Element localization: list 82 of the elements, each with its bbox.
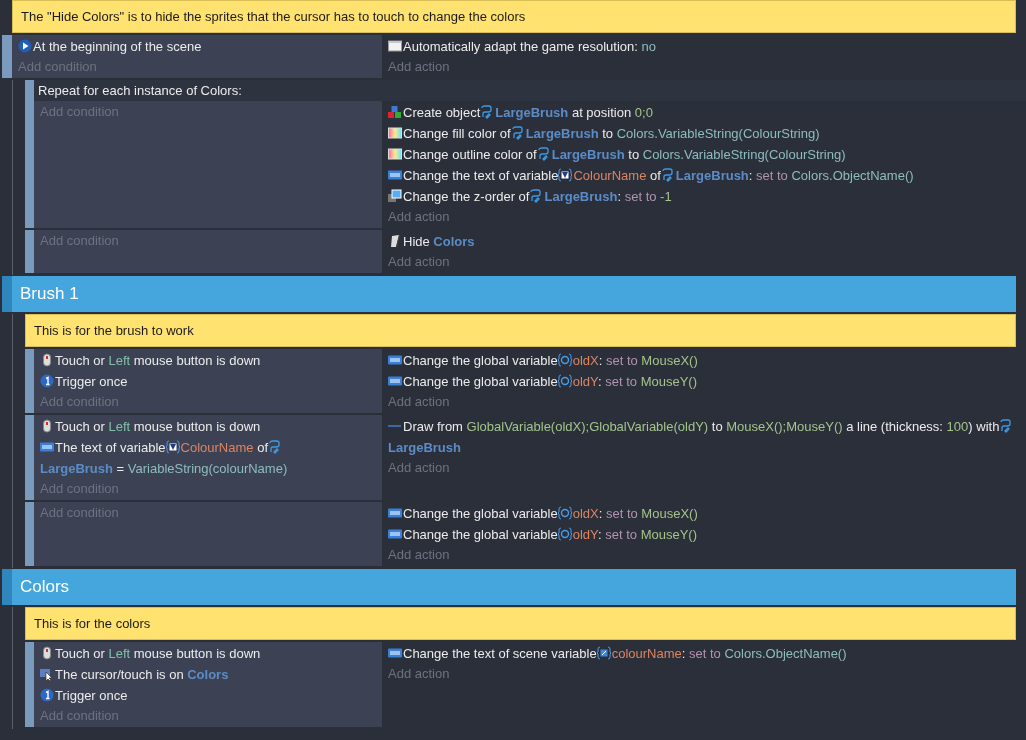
action-text[interactable]: Change the z-order of [403,186,530,207]
variable-icon [388,168,402,182]
action-text[interactable]: Change the text of variable [403,165,559,186]
action-text[interactable]: Draw from GlobalVariable(oldX);GlobalVariable(oldY) to MouseX();MouseY() a line (thickness: 100) with [403,416,1000,437]
action-text[interactable]: LargeBrush to Colors.VariableString(ColourString) [551,144,846,165]
layers-icon [388,189,402,203]
number-one-icon [40,374,54,388]
mouse-icon [40,419,54,433]
action-text[interactable]: oldX: set to MouseX() [572,350,698,371]
event-bar[interactable] [25,80,34,228]
condition-text[interactable]: LargeBrush = VariableString(colourName) [40,458,288,479]
object-icon [268,440,282,454]
action-text[interactable]: Change the global variable [403,371,558,392]
action-text[interactable]: Change the global variable [403,524,558,545]
action-text[interactable]: Change the global variable [403,503,558,524]
variable-braces-icon [557,374,572,388]
cursor-icon [40,667,54,681]
action-text[interactable]: ColourName of [573,165,661,186]
action-text[interactable]: Change outline color of [403,144,537,165]
slanted-bar-icon [388,234,402,248]
mouse-icon [40,646,54,660]
condition-text[interactable]: Touch or Left mouse button is down [55,416,261,437]
comment-text: This is for the brush to work [25,314,1016,347]
condition-text[interactable]: ColourName of [180,437,268,458]
comment-text: The "Hide Colors" is to hide the sprites that the cursor has to touch to change the colors [12,0,1016,33]
gradient-icon [388,147,402,161]
event-bar[interactable] [25,230,34,273]
event-bar[interactable] [25,502,34,566]
action-text[interactable]: LargeBrush: set to Colors.ObjectName() [675,165,914,186]
condition-text[interactable]: At the beginning of the scene [33,36,202,57]
object-icon [510,126,525,140]
object-icon [999,419,1014,433]
variable-icon [388,374,402,388]
variable-braces-icon [557,506,572,520]
number-one-icon [40,688,54,702]
variable-braces-icon [558,168,573,182]
variable-icon [40,440,54,454]
mouse-icon [40,353,54,367]
action-text[interactable]: Create object [403,102,481,123]
action-text[interactable]: Change the global variable [403,350,558,371]
variable-icon [388,353,402,367]
action-text[interactable]: LargeBrush at position 0;0 [495,102,653,123]
condition-text[interactable]: Trigger once [55,685,128,706]
object-icon [660,168,675,182]
variable-braces-icon [557,527,572,541]
variable-icon [388,527,402,541]
play-icon [18,39,32,53]
action-text[interactable]: Change the text of scene variable [403,643,597,664]
action-text[interactable]: Change fill color of [403,123,511,144]
event-bar[interactable] [25,349,34,413]
action-text[interactable]: Automatically adapt the game resolution: no [403,36,656,57]
event-bar[interactable] [25,415,34,500]
action-text[interactable]: Hide Colors [403,231,475,252]
condition-text[interactable]: Touch or Left mouse button is down [55,350,261,371]
repeat-header[interactable]: Repeat for each instance of Colors: [34,80,1026,101]
action-text[interactable]: colourName: set to Colors.ObjectName() [611,643,847,664]
variable-braces-icon [165,440,180,454]
condition-text[interactable]: Touch or Left mouse button is down [55,643,261,664]
event-bar[interactable] [2,35,12,78]
group-bar [2,569,12,605]
action-text[interactable]: LargeBrush: set to -1 [544,186,672,207]
variable-icon [388,506,402,520]
event-bar[interactable] [25,642,34,727]
action-text[interactable]: oldX: set to MouseX() [572,503,698,524]
shapes-icon [388,105,402,119]
action-text[interactable]: LargeBrush [388,437,461,458]
object-icon [480,105,495,119]
variable-icon [388,646,402,660]
variable-braces-icon [596,646,611,660]
condition-text[interactable]: The cursor/touch is on Colors [55,664,229,685]
window-icon [388,39,402,53]
object-icon [529,189,544,203]
group-bar [2,276,12,312]
variable-braces-icon [557,353,572,367]
gradient-icon [388,126,402,140]
condition-text[interactable]: The text of variable [55,437,166,458]
action-text[interactable]: LargeBrush to Colors.VariableString(ColourString) [525,123,820,144]
action-text[interactable]: oldY: set to MouseY() [572,524,697,545]
comment-text: This is for the colors [25,607,1016,640]
object-icon [536,147,551,161]
action-text[interactable]: oldY: set to MouseY() [572,371,697,392]
condition-text[interactable]: Trigger once [55,371,128,392]
